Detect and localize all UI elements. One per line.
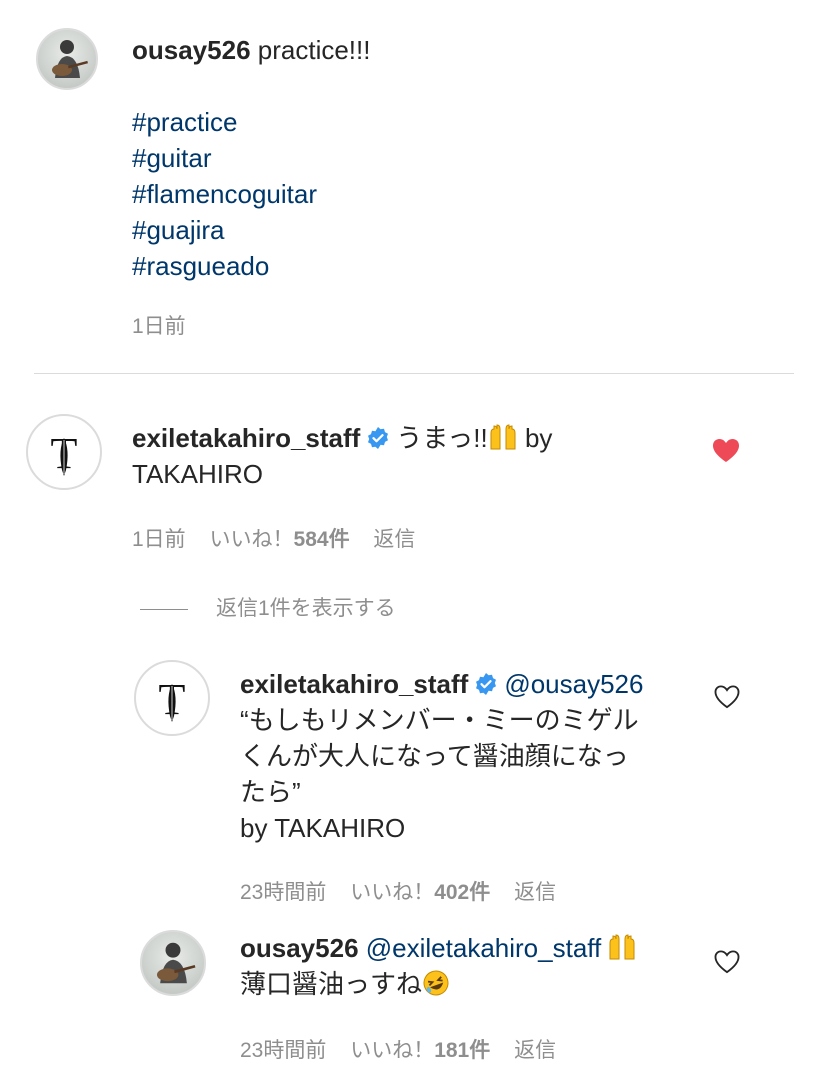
reply-text-line: たら” xyxy=(240,777,301,807)
person-with-guitar-icon xyxy=(156,942,196,984)
heart-filled-icon[interactable] xyxy=(712,438,740,464)
view-replies-button[interactable]: 返信1件を表示する xyxy=(140,592,396,622)
comment-username[interactable]: exiletakahiro_staff xyxy=(132,423,360,453)
reply-likes[interactable]: いいね！402件 xyxy=(350,881,490,904)
divider-line xyxy=(140,608,188,610)
t-feather-logo-icon: T xyxy=(159,675,186,724)
raised-hands-icon xyxy=(609,934,635,960)
caption-text: practice!!! xyxy=(257,35,371,65)
heart-outline-icon[interactable] xyxy=(714,950,740,974)
hashtag-link[interactable]: #flamencoguitar xyxy=(132,176,792,212)
comment-text-line2: TAKAHIRO xyxy=(132,459,263,489)
comment-likes[interactable]: いいね！584件 xyxy=(210,528,350,551)
reply-username[interactable]: exiletakahiro_staff xyxy=(240,669,468,699)
view-replies-label: 返信1件を表示する xyxy=(216,597,396,620)
comment: exiletakahiro_staff うまっ!! by TAKAHIRO xyxy=(132,420,702,492)
comment-timestamp: 1日前 xyxy=(132,528,186,551)
commenter-avatar[interactable]: T xyxy=(26,414,102,490)
raised-hands-icon xyxy=(490,424,516,450)
verified-badge-icon xyxy=(368,427,389,449)
reply-avatar[interactable] xyxy=(140,930,206,996)
rolling-laughing-icon xyxy=(423,970,449,996)
reply-text: 薄口醤油っすね xyxy=(240,969,423,999)
mention-link[interactable]: @ousay526 xyxy=(504,669,643,699)
comment-text-after: by xyxy=(517,423,553,453)
post-timestamp: 1日前 xyxy=(132,315,186,338)
post-caption: ousay526 practice!!! #practice #guitar #… xyxy=(132,32,792,284)
comment-meta: 1日前 いいね！584件 返信 xyxy=(132,523,433,553)
reply-username[interactable]: ousay526 xyxy=(240,933,359,963)
reply-button[interactable]: 返信 xyxy=(514,1039,556,1062)
reply-comment: ousay526 @exiletakahiro_staff 薄口醤油っすね xyxy=(240,930,700,1002)
reply-button[interactable]: 返信 xyxy=(373,528,415,551)
verified-badge-icon xyxy=(476,673,497,695)
divider xyxy=(34,373,794,374)
hashtag-link[interactable]: #rasgueado xyxy=(132,248,792,284)
reply-meta: 23時間前 いいね！181件 返信 xyxy=(240,1034,574,1064)
reply-text-line: “もしもリメンバー・ミーのミゲル xyxy=(240,705,639,735)
reply-timestamp: 23時間前 xyxy=(240,881,327,904)
reply-timestamp: 23時間前 xyxy=(240,1039,327,1062)
hashtag-link[interactable]: #practice xyxy=(132,104,792,140)
hashtag-link[interactable]: #guajira xyxy=(132,212,792,248)
comment-text: うまっ!! xyxy=(396,423,488,453)
reply-button[interactable]: 返信 xyxy=(514,881,556,904)
reply-avatar[interactable]: T xyxy=(134,660,210,736)
heart-outline-icon[interactable] xyxy=(714,685,740,709)
reply-likes[interactable]: いいね！181件 xyxy=(350,1039,490,1062)
mention-link[interactable]: @exiletakahiro_staff xyxy=(366,933,602,963)
hashtag-link[interactable]: #guitar xyxy=(132,140,792,176)
t-feather-logo-icon: T xyxy=(51,429,78,478)
post-author-avatar[interactable] xyxy=(36,28,98,90)
post-author-username[interactable]: ousay526 xyxy=(132,35,251,65)
reply-text-line: by TAKAHIRO xyxy=(240,813,406,843)
person-with-guitar-icon xyxy=(52,40,88,78)
reply-comment: exiletakahiro_staff @ousay526 “もしもリメンバー・ミ… xyxy=(240,666,700,846)
reply-meta: 23時間前 いいね！402件 返信 xyxy=(240,876,574,906)
reply-text-line: くんが大人になって醤油顔になっ xyxy=(240,741,629,771)
